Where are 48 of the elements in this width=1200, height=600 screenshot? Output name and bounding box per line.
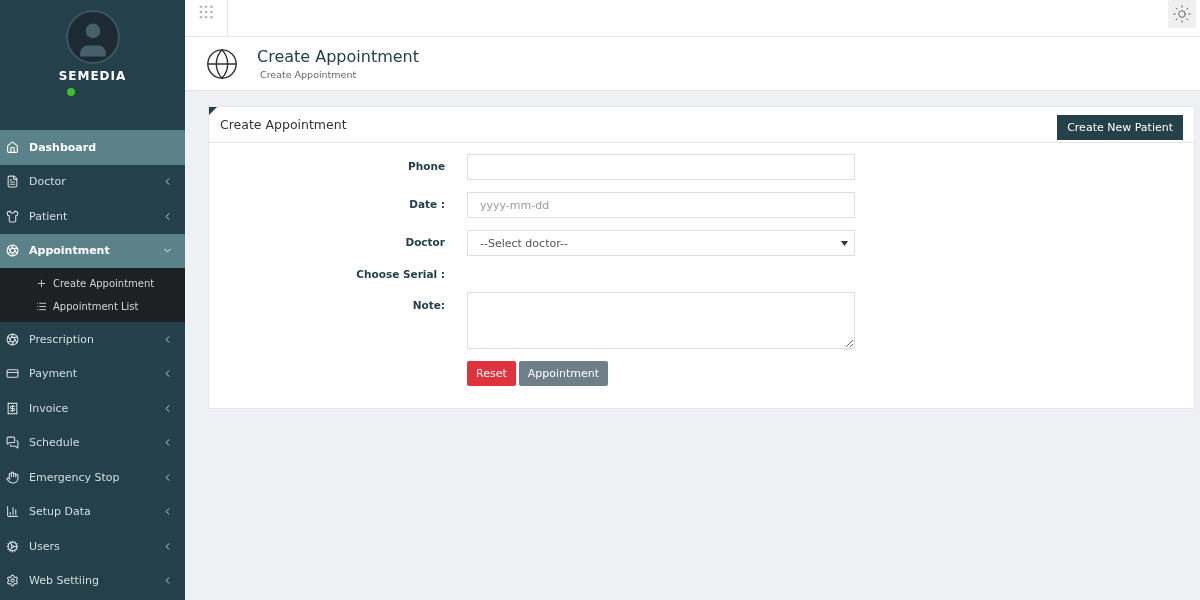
reset-button[interactable]: Reset	[467, 361, 516, 386]
globe-icon	[205, 46, 239, 81]
card-title: Create Appointment	[220, 117, 347, 132]
sidebar-item[interactable]: Invoice	[0, 391, 185, 426]
menu-icon	[6, 574, 19, 588]
menu-icon	[6, 401, 19, 415]
menu-icon	[6, 140, 19, 154]
settings-icon[interactable]	[1168, 0, 1196, 28]
field-label: Date :	[408, 197, 445, 212]
menu-icon	[6, 175, 19, 189]
menu-icon	[6, 367, 19, 381]
submit-button[interactable]: Appointment	[518, 361, 609, 386]
corner-marker	[209, 107, 217, 115]
menu-icon	[6, 505, 19, 519]
submenu-icon	[36, 301, 47, 312]
dropdown-caret-icon	[841, 240, 848, 246]
field-label: Note:	[411, 298, 445, 313]
sidebar-item[interactable]: Payment	[0, 356, 185, 391]
sidebar-item[interactable]: Doctor	[0, 164, 185, 199]
profile-name: SEMEDIA	[58, 69, 127, 83]
menu-icon	[6, 332, 19, 346]
menu-icon	[6, 539, 19, 553]
submenu-item[interactable]: Create Appointment	[0, 272, 185, 295]
field-label: Doctor	[404, 235, 445, 250]
menu-icon	[6, 470, 19, 484]
sidebar-item[interactable]: Patient	[0, 199, 185, 234]
menu-icon	[6, 436, 19, 450]
sidebar-item[interactable]: Appointment	[0, 233, 185, 268]
input-field[interactable]: yyyy-mm-dd	[467, 192, 855, 218]
breadcrumb: Create Appointment	[260, 69, 358, 80]
sidebar-item[interactable]: Prescription	[0, 322, 185, 357]
doctor-select[interactable]: --Select doctor--	[467, 230, 855, 256]
field-label: Phone	[407, 159, 445, 174]
sidebar-item[interactable]: Emergency Stop	[0, 460, 185, 495]
sidebar-item[interactable]: Web Settiing	[0, 563, 185, 598]
input-field[interactable]	[467, 154, 855, 180]
create-new-patient-button[interactable]: Create New Patient	[1057, 115, 1183, 140]
sidebar-item[interactable]: Users	[0, 529, 185, 564]
menu-icon	[6, 244, 19, 258]
page-title: Create Appointment	[257, 47, 419, 66]
menu-icon	[6, 209, 19, 223]
sidebar-item[interactable]: Dashboard	[0, 130, 185, 165]
note-field[interactable]	[467, 292, 855, 349]
field-label: Choose Serial :	[355, 268, 445, 280]
submenu-icon	[36, 278, 47, 289]
sidebar-item[interactable]: Setup Data	[0, 494, 185, 529]
submenu-item[interactable]: Appointment List	[0, 295, 185, 318]
sidebar-item[interactable]: Schedule	[0, 425, 185, 460]
